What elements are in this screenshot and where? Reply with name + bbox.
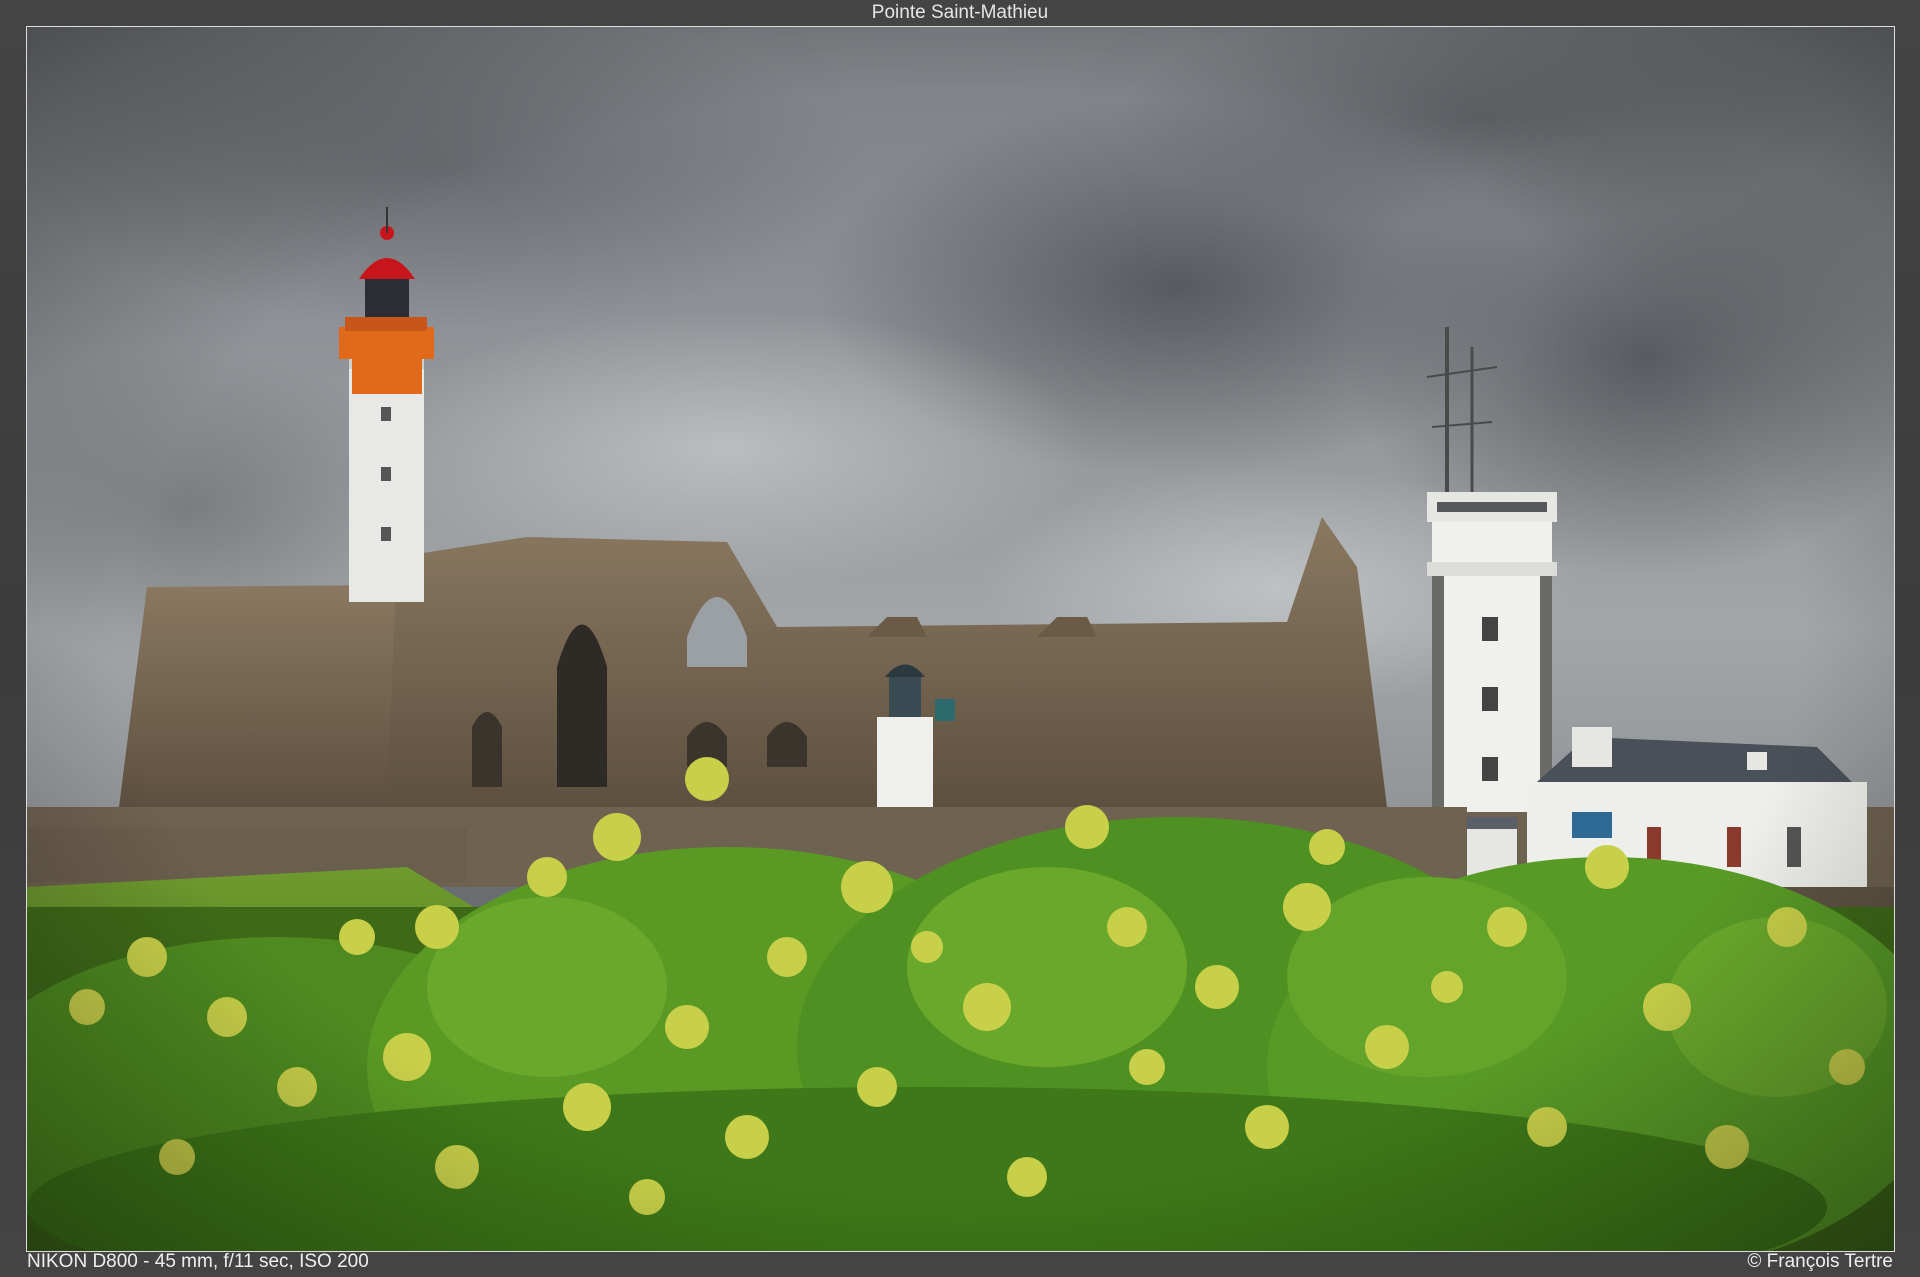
photo-title: Pointe Saint-Mathieu [871, 2, 1049, 23]
photo-credit: © François Tertre [1747, 1251, 1893, 1272]
photo [26, 26, 1895, 1252]
camera-info: NIKON D800 - 45 mm, f/11 sec, ISO 200 [27, 1251, 369, 1272]
photo-viewer: Pointe Saint-Mathieu NIKON D800 - 45 mm,… [0, 0, 1920, 1277]
